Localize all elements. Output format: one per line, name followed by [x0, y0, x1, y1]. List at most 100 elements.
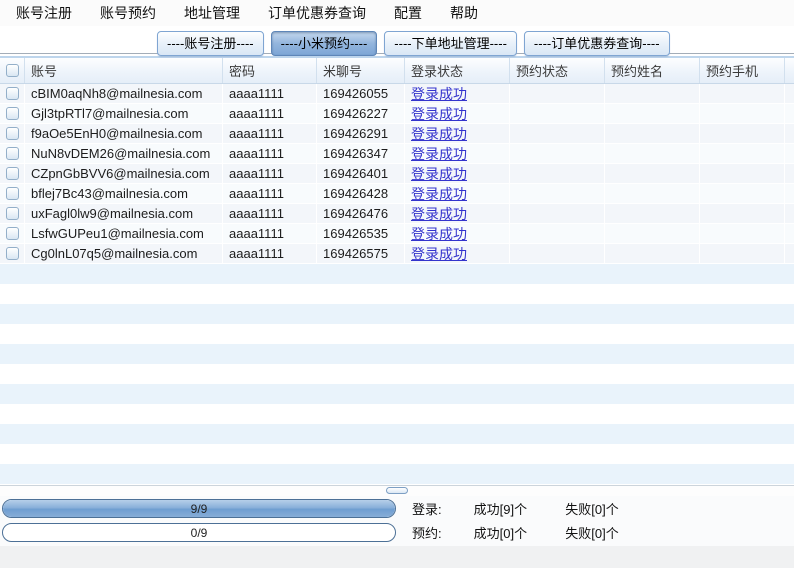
cell-reserve-phone: [700, 124, 785, 144]
table-row[interactable]: Cg0lnL07q5@mailnesia.com aaaa1111 169426…: [0, 244, 794, 264]
cell-password: aaaa1111: [223, 184, 317, 204]
login-progress-label: 9/9: [190, 501, 208, 516]
row-checkbox[interactable]: [5, 87, 19, 100]
login-status-link[interactable]: 登录成功: [411, 244, 467, 263]
login-status-link[interactable]: 登录成功: [411, 104, 467, 123]
login-status-link[interactable]: 登录成功: [411, 124, 467, 143]
select-all-checkbox[interactable]: [5, 64, 19, 77]
menu-bar: 账号注册 账号预约 地址管理 订单优惠券查询 配置 帮助: [0, 0, 794, 26]
tab-page-xiaomi-reserve: 账号 密码 米聊号 登录状态 预约状态 预约姓名 预约手机 cBIM0aqNh8…: [0, 56, 794, 568]
reserve-success-count: 成功[0]个: [473, 526, 528, 541]
cell-reserve-name: [605, 244, 700, 264]
cell-reserve-status: [510, 124, 605, 144]
reserve-stats-label: 预约:: [412, 526, 442, 541]
cell-reserve-status: [510, 204, 605, 224]
tab-order-coupon-query[interactable]: ----订单优惠券查询----: [523, 31, 670, 56]
menu-item-help[interactable]: 帮助: [436, 0, 492, 26]
cell-miliao: 169426476: [317, 204, 405, 224]
cell-account: NuN8vDEM26@mailnesia.com: [25, 144, 223, 164]
column-header-reserve-status[interactable]: 预约状态: [510, 58, 605, 83]
cell-reserve-status: [510, 104, 605, 124]
tab-strip: ----账号注册---- ----小米预约---- ----下单地址管理----…: [0, 26, 794, 56]
table-body: cBIM0aqNh8@mailnesia.com aaaa1111 169426…: [0, 84, 794, 264]
cell-account: Cg0lnL07q5@mailnesia.com: [25, 244, 223, 264]
cell-account: cBIM0aqNh8@mailnesia.com: [25, 84, 223, 104]
cell-password: aaaa1111: [223, 144, 317, 164]
column-header-login-status[interactable]: 登录状态: [405, 58, 510, 83]
cell-filler: [785, 184, 794, 204]
cell-reserve-name: [605, 184, 700, 204]
cell-password: aaaa1111: [223, 84, 317, 104]
cell-reserve-phone: [700, 164, 785, 184]
cell-account: uxFagl0lw9@mailnesia.com: [25, 204, 223, 224]
table-row[interactable]: CZpnGbBVV6@mailnesia.com aaaa1111 169426…: [0, 164, 794, 184]
table-empty-area: [0, 264, 794, 486]
cell-reserve-name: [605, 224, 700, 244]
table-row[interactable]: Gjl3tpRTl7@mailnesia.com aaaa1111 169426…: [0, 104, 794, 124]
table-header-row: 账号 密码 米聊号 登录状态 预约状态 预约姓名 预约手机: [0, 58, 794, 84]
cell-reserve-name: [605, 204, 700, 224]
cell-reserve-phone: [700, 84, 785, 104]
table-row[interactable]: NuN8vDEM26@mailnesia.com aaaa1111 169426…: [0, 144, 794, 164]
cell-account: bflej7Bc43@mailnesia.com: [25, 184, 223, 204]
menu-item-address-manage[interactable]: 地址管理: [170, 0, 254, 26]
row-checkbox[interactable]: [5, 167, 19, 180]
table-row[interactable]: cBIM0aqNh8@mailnesia.com aaaa1111 169426…: [0, 84, 794, 104]
login-status-link[interactable]: 登录成功: [411, 144, 467, 163]
row-checkbox[interactable]: [5, 227, 19, 240]
row-checkbox[interactable]: [5, 107, 19, 120]
table-row[interactable]: bflej7Bc43@mailnesia.com aaaa1111 169426…: [0, 184, 794, 204]
tab-account-register[interactable]: ----账号注册----: [157, 31, 264, 56]
splitter-bar: [0, 486, 794, 496]
login-status-link[interactable]: 登录成功: [411, 184, 467, 203]
table-row[interactable]: f9aOe5EnH0@mailnesia.com aaaa1111 169426…: [0, 124, 794, 144]
cell-filler: [785, 204, 794, 224]
login-progress-bar: 9/9: [2, 499, 396, 518]
row-checkbox[interactable]: [5, 147, 19, 160]
column-header-reserve-phone[interactable]: 预约手机: [700, 58, 785, 83]
login-status-link[interactable]: 登录成功: [411, 84, 467, 103]
row-checkbox[interactable]: [5, 187, 19, 200]
login-status-link[interactable]: 登录成功: [411, 164, 467, 183]
cell-filler: [785, 104, 794, 124]
column-header-password[interactable]: 密码: [223, 58, 317, 83]
cell-reserve-phone: [700, 244, 785, 264]
row-checkbox[interactable]: [5, 127, 19, 140]
column-header-reserve-name[interactable]: 预约姓名: [605, 58, 700, 83]
cell-reserve-phone: [700, 224, 785, 244]
stats-block: 登录: 成功[9]个 失败[0]个 预约: 成功[0]个 失败[0]个: [412, 498, 619, 546]
cell-reserve-status: [510, 164, 605, 184]
splitter-handle[interactable]: [386, 487, 408, 494]
menu-item-account-reserve[interactable]: 账号预约: [86, 0, 170, 26]
menu-item-config[interactable]: 配置: [380, 0, 436, 26]
cell-reserve-name: [605, 104, 700, 124]
cell-account: CZpnGbBVV6@mailnesia.com: [25, 164, 223, 184]
cell-miliao: 169426055: [317, 84, 405, 104]
tab-order-address-manage[interactable]: ----下单地址管理----: [384, 31, 517, 56]
column-header-account[interactable]: 账号: [25, 58, 223, 83]
cell-filler: [785, 144, 794, 164]
menu-item-order-coupon-query[interactable]: 订单优惠券查询: [254, 0, 380, 26]
cell-reserve-phone: [700, 144, 785, 164]
menu-item-account-register[interactable]: 账号注册: [2, 0, 86, 26]
cell-miliao: 169426575: [317, 244, 405, 264]
login-status-link[interactable]: 登录成功: [411, 224, 467, 243]
table-row[interactable]: LsfwGUPeu1@mailnesia.com aaaa1111 169426…: [0, 224, 794, 244]
cell-miliao: 169426291: [317, 124, 405, 144]
cell-filler: [785, 164, 794, 184]
cell-password: aaaa1111: [223, 164, 317, 184]
column-header-miliao[interactable]: 米聊号: [317, 58, 405, 83]
row-checkbox[interactable]: [5, 207, 19, 220]
cell-miliao: 169426401: [317, 164, 405, 184]
row-checkbox[interactable]: [5, 247, 19, 260]
cell-reserve-status: [510, 184, 605, 204]
tab-xiaomi-reserve[interactable]: ----小米预约----: [270, 31, 378, 56]
cell-account: Gjl3tpRTl7@mailnesia.com: [25, 104, 223, 124]
cell-password: aaaa1111: [223, 124, 317, 144]
cell-reserve-status: [510, 224, 605, 244]
cell-reserve-name: [605, 164, 700, 184]
login-stats-label: 登录:: [412, 502, 442, 517]
table-row[interactable]: uxFagl0lw9@mailnesia.com aaaa1111 169426…: [0, 204, 794, 224]
column-header-filler: [785, 58, 794, 83]
login-status-link[interactable]: 登录成功: [411, 204, 467, 223]
